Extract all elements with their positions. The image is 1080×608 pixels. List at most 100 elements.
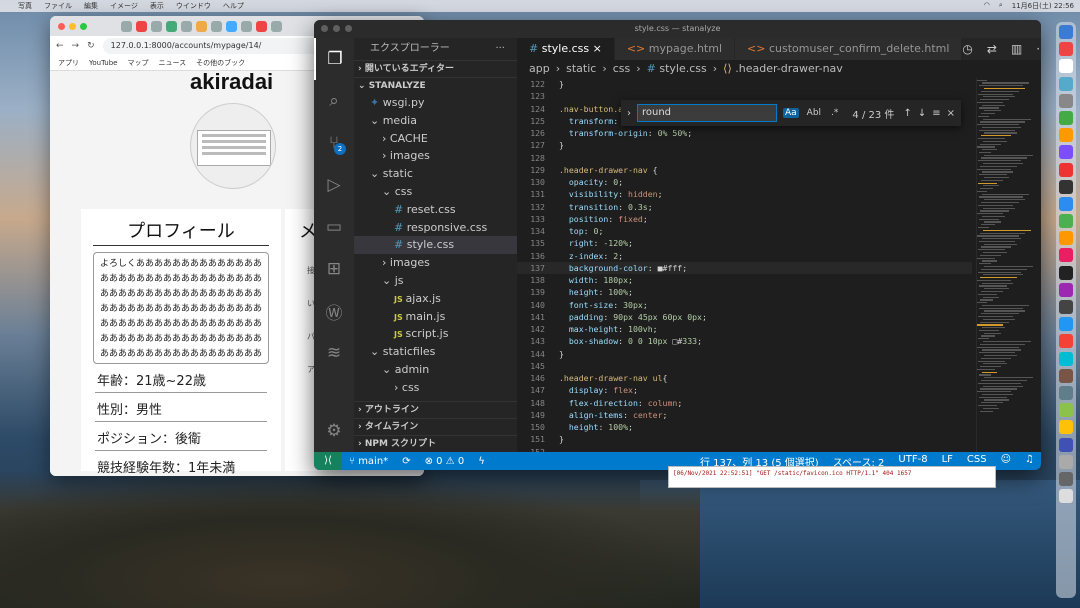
code-line[interactable]: 151} — [517, 433, 972, 445]
wifi-icon[interactable]: ◠ — [984, 1, 990, 11]
menu-item[interactable]: 写真 — [18, 1, 32, 11]
dock-app-icon[interactable] — [1059, 76, 1073, 91]
dock-app-icon[interactable] — [1059, 110, 1073, 125]
find-in-selection-icon[interactable]: ≡ — [932, 108, 940, 119]
tab-style-css[interactable]: # style.css × — [517, 38, 615, 60]
menu-item[interactable]: 表示 — [150, 1, 164, 11]
file-tree-item[interactable]: JS ajax.js — [354, 290, 517, 308]
clock[interactable]: 11月6日(土) 22:56 — [1012, 1, 1074, 11]
toggle-replace-icon[interactable]: › — [627, 108, 631, 119]
whole-word-toggle[interactable]: Abl — [805, 108, 823, 118]
dock-app-icon[interactable] — [1059, 162, 1073, 177]
feedback-icon[interactable]: ☺ — [994, 454, 1018, 469]
breadcrumb-item[interactable]: # style.css — [647, 60, 707, 78]
more-actions-icon[interactable]: ··· — [495, 38, 505, 60]
search-icon[interactable]: ⌕ — [314, 80, 354, 122]
open-editors-section[interactable]: › 開いているエディター — [354, 60, 517, 77]
file-tree-item[interactable]: ⌄ static — [354, 165, 517, 183]
back-icon[interactable]: ← — [56, 41, 64, 51]
menu-item[interactable]: ヘルプ — [223, 1, 244, 11]
bookmark-other[interactable]: その他のブック — [196, 58, 245, 68]
forward-icon[interactable]: → — [72, 41, 80, 51]
tab-icon[interactable] — [151, 20, 162, 32]
dock-app-icon[interactable] — [1059, 489, 1073, 504]
dock-app-icon[interactable] — [1059, 437, 1073, 452]
bookmark-maps[interactable]: マップ — [127, 58, 148, 68]
dock-app-icon[interactable] — [1059, 145, 1073, 160]
dock-app-icon[interactable] — [1059, 179, 1073, 194]
outline-section[interactable]: › アウトライン — [354, 401, 517, 418]
menu-item[interactable]: ファイル — [44, 1, 72, 11]
tab-icon[interactable] — [136, 20, 147, 32]
breadcrumb-item[interactable]: ⟨⟩ .header-drawer-nav — [723, 60, 843, 78]
code-line[interactable]: 128 — [517, 152, 972, 164]
file-tree-item[interactable]: ⌄ admin — [354, 361, 517, 379]
github-tab-icon[interactable] — [121, 20, 132, 32]
remote-icon[interactable]: ⟩⟨ — [314, 452, 342, 470]
dock-app-icon[interactable] — [1059, 196, 1073, 211]
code-line[interactable]: 149 align-items: center; — [517, 409, 972, 421]
file-tree-item[interactable]: ⌄ css — [354, 183, 517, 201]
timeline-section[interactable]: › タイムライン — [354, 418, 517, 435]
file-tree-item[interactable]: › CACHE — [354, 130, 517, 148]
dock-app-icon[interactable] — [1059, 368, 1073, 383]
code-line[interactable]: 130 opacity: 0; — [517, 176, 972, 188]
breadcrumb-item[interactable]: css — [613, 60, 631, 78]
extensions-icon[interactable]: ⊞ — [314, 248, 354, 290]
code-line[interactable]: 129 .header-drawer-nav { — [517, 164, 972, 176]
search-icon[interactable]: ⌕ — [999, 1, 1003, 11]
tab-customuser-confirm-delete[interactable]: <> customuser_confirm_delete.html — [735, 38, 963, 60]
code-line[interactable]: 148 flex-direction: column; — [517, 397, 972, 409]
tab-icon[interactable] — [211, 20, 222, 32]
more-actions-icon[interactable]: ··· — [1036, 38, 1041, 60]
menu-item[interactable]: ウインドウ — [176, 1, 211, 11]
dock-app-icon[interactable] — [1059, 214, 1073, 229]
code-line[interactable]: 147 display: flex; — [517, 384, 972, 396]
bookmark-apps[interactable]: アプリ — [58, 58, 79, 68]
dock-app-icon[interactable] — [1059, 128, 1073, 143]
previous-match-icon[interactable]: ↑ — [903, 108, 911, 119]
minimize-window-icon[interactable] — [333, 25, 340, 32]
code-line[interactable]: 141 padding: 90px 45px 60px 0px; — [517, 311, 972, 323]
tab-icon[interactable] — [226, 20, 237, 32]
dock-app-icon[interactable] — [1059, 471, 1073, 486]
dock-app-icon[interactable] — [1059, 317, 1073, 332]
code-line[interactable]: 144} — [517, 348, 972, 360]
file-tree-item[interactable]: ⌄ staticfiles — [354, 343, 517, 361]
dock-app-icon[interactable] — [1059, 25, 1073, 39]
minimize-window-icon[interactable] — [69, 22, 76, 30]
remote-explorer-icon[interactable]: ▭ — [314, 206, 354, 248]
dock-app-icon[interactable] — [1059, 454, 1073, 469]
dock-app-icon[interactable] — [1059, 265, 1073, 280]
tab-icon[interactable] — [271, 20, 282, 32]
file-tree-item[interactable]: # style.css — [354, 236, 517, 255]
regex-toggle[interactable]: .* — [829, 108, 840, 118]
code-line[interactable]: 140 font-size: 30px; — [517, 299, 972, 311]
code-line[interactable]: 131 visibility: hidden; — [517, 188, 972, 200]
tab-icon[interactable] — [181, 20, 192, 32]
npm-scripts-section[interactable]: › NPM スクリプト — [354, 435, 517, 452]
code-line[interactable]: 142 max-height: 100vh; — [517, 323, 972, 335]
code-line[interactable]: 133 position: fixed; — [517, 213, 972, 225]
close-window-icon[interactable] — [58, 22, 65, 30]
dock-app-icon[interactable] — [1059, 334, 1073, 349]
file-tree-item[interactable]: › images — [354, 254, 517, 272]
breadcrumb-item[interactable]: app — [529, 60, 550, 78]
run-debug-icon[interactable]: ▷ — [314, 164, 354, 206]
code-line[interactable]: 135 right: -120%; — [517, 237, 972, 249]
reload-icon[interactable]: ↻ — [87, 41, 95, 51]
bookmark-news[interactable]: ニュース — [158, 58, 186, 68]
lightning-icon[interactable]: ϟ — [471, 456, 492, 467]
dock-app-icon[interactable] — [1059, 385, 1073, 400]
code-line[interactable]: 150 height: 100%; — [517, 421, 972, 433]
code-line[interactable]: 145 — [517, 360, 972, 372]
tab-icon[interactable] — [166, 20, 177, 32]
docker-icon[interactable]: ≋ — [314, 332, 354, 374]
close-window-icon[interactable] — [321, 25, 328, 32]
tab-icon[interactable] — [241, 20, 252, 32]
split-editor-icon[interactable]: ▥ — [1011, 38, 1022, 60]
file-tree-item[interactable]: › css — [354, 379, 517, 397]
settings-gear-icon[interactable]: ⚙ — [314, 410, 354, 452]
dock-app-icon[interactable] — [1059, 282, 1073, 297]
maximize-window-icon[interactable] — [345, 25, 352, 32]
